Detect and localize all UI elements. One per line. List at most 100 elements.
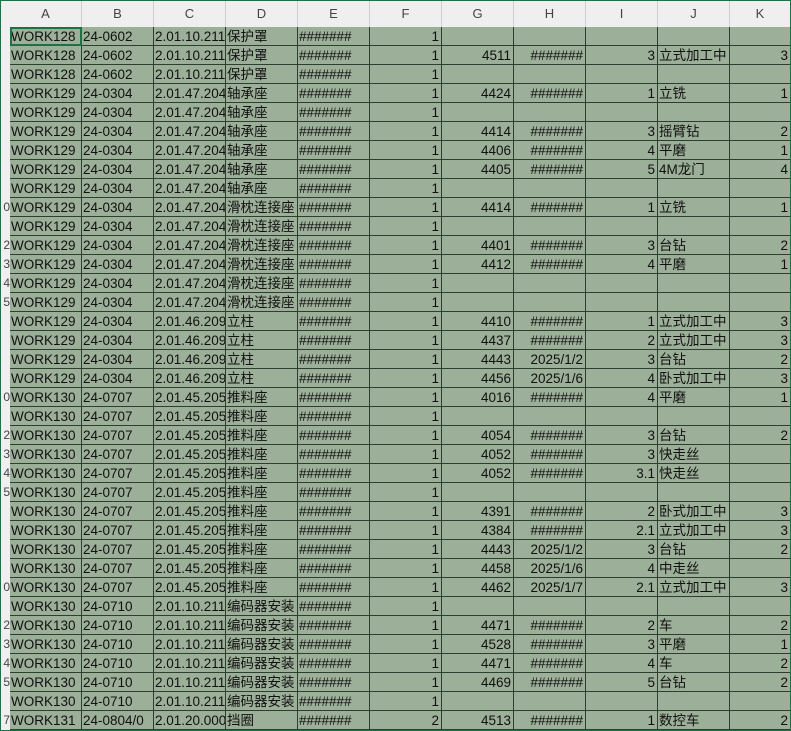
cell-f[interactable]: 1 <box>370 540 442 559</box>
cell-i[interactable] <box>586 293 658 312</box>
cell-k[interactable] <box>730 293 791 312</box>
cell-f[interactable]: 1 <box>370 103 442 122</box>
cell-j[interactable]: 立铣 <box>658 198 730 217</box>
cell-c[interactable]: 2.01.45.205 <box>154 464 226 483</box>
cell-f[interactable]: 1 <box>370 578 442 597</box>
column-header-d[interactable]: D <box>226 0 298 27</box>
cell-g[interactable]: 4471 <box>442 616 514 635</box>
cell-i[interactable]: 1 <box>586 711 658 730</box>
cell-h[interactable]: 2025/1/6 <box>514 559 586 578</box>
cell-b[interactable]: 24-0707 <box>82 388 154 407</box>
cell-d[interactable]: 推料座 <box>226 388 298 407</box>
cell-c[interactable]: 2.01.47.204 <box>154 160 226 179</box>
cell-a[interactable]: WORK129 <box>10 369 82 388</box>
cell-e[interactable]: ####### <box>298 255 370 274</box>
cell-g[interactable]: 4016 <box>442 388 514 407</box>
cell-e[interactable]: ####### <box>298 179 370 198</box>
cell-f[interactable]: 1 <box>370 312 442 331</box>
cell-i[interactable]: 4 <box>586 141 658 160</box>
cell-b[interactable]: 24-0707 <box>82 445 154 464</box>
column-header-h[interactable]: H <box>514 0 586 27</box>
cell-k[interactable] <box>730 483 791 502</box>
cell-k[interactable] <box>730 217 791 236</box>
cell-f[interactable]: 1 <box>370 483 442 502</box>
cell-d[interactable]: 轴承座 <box>226 141 298 160</box>
cell-j[interactable]: 摇臂钻 <box>658 122 730 141</box>
cell-h[interactable]: ####### <box>514 312 586 331</box>
cell-d[interactable]: 编码器安装 <box>226 692 298 711</box>
cell-b[interactable]: 24-0304 <box>82 198 154 217</box>
cell-j[interactable] <box>658 27 730 46</box>
cell-j[interactable] <box>658 407 730 426</box>
cell-a[interactable]: WORK129 <box>10 198 82 217</box>
cell-i[interactable] <box>586 65 658 84</box>
cell-e[interactable]: ####### <box>298 27 370 46</box>
cell-j[interactable]: 车 <box>658 654 730 673</box>
cell-g[interactable]: 4412 <box>442 255 514 274</box>
cell-j[interactable]: 立式加工中 <box>658 521 730 540</box>
cell-k[interactable] <box>730 179 791 198</box>
cell-f[interactable]: 1 <box>370 274 442 293</box>
cell-a[interactable]: WORK130 <box>10 616 82 635</box>
cell-c[interactable]: 2.01.47.204 <box>154 122 226 141</box>
cell-a[interactable]: WORK129 <box>10 122 82 141</box>
cell-k[interactable]: 2 <box>730 236 791 255</box>
row-header[interactable]: 5 <box>0 673 10 692</box>
row-header[interactable]: 4 <box>0 464 10 483</box>
cell-b[interactable]: 24-0602 <box>82 27 154 46</box>
cell-g[interactable]: 4052 <box>442 445 514 464</box>
cell-a[interactable]: WORK131 <box>10 711 82 730</box>
row-header[interactable] <box>0 559 10 578</box>
cell-i[interactable] <box>586 274 658 293</box>
cell-h[interactable]: ####### <box>514 46 586 65</box>
cell-d[interactable]: 轴承座 <box>226 103 298 122</box>
cell-d[interactable]: 立柱 <box>226 369 298 388</box>
cell-b[interactable]: 24-0707 <box>82 521 154 540</box>
cell-d[interactable]: 编码器安装 <box>226 616 298 635</box>
column-header-g[interactable]: G <box>442 0 514 27</box>
cell-i[interactable] <box>586 217 658 236</box>
cell-a[interactable]: WORK129 <box>10 350 82 369</box>
cell-f[interactable]: 1 <box>370 46 442 65</box>
cell-k[interactable]: 1 <box>730 635 791 654</box>
cell-d[interactable]: 轴承座 <box>226 160 298 179</box>
cell-g[interactable]: 4410 <box>442 312 514 331</box>
cell-a[interactable]: WORK130 <box>10 407 82 426</box>
cell-c[interactable]: 2.01.10.211 <box>154 635 226 654</box>
column-header-b[interactable]: B <box>82 0 154 27</box>
cell-h[interactable] <box>514 293 586 312</box>
cell-j[interactable] <box>658 65 730 84</box>
cell-j[interactable]: 快走丝 <box>658 445 730 464</box>
row-header[interactable]: 2 <box>0 236 10 255</box>
cell-i[interactable]: 3 <box>586 122 658 141</box>
cell-a[interactable]: WORK130 <box>10 654 82 673</box>
cell-g[interactable] <box>442 103 514 122</box>
cell-g[interactable] <box>442 692 514 711</box>
cell-k[interactable] <box>730 559 791 578</box>
cell-a[interactable]: WORK130 <box>10 692 82 711</box>
cell-f[interactable]: 1 <box>370 293 442 312</box>
cell-h[interactable] <box>514 65 586 84</box>
cell-d[interactable]: 轴承座 <box>226 84 298 103</box>
cell-d[interactable]: 滑枕连接座 <box>226 217 298 236</box>
cell-h[interactable] <box>514 179 586 198</box>
cell-e[interactable]: ####### <box>298 388 370 407</box>
cell-j[interactable]: 卧式加工中 <box>658 369 730 388</box>
cell-e[interactable]: ####### <box>298 483 370 502</box>
cell-f[interactable]: 1 <box>370 597 442 616</box>
cell-a[interactable]: WORK129 <box>10 293 82 312</box>
cell-c[interactable]: 2.01.10.211 <box>154 692 226 711</box>
cell-i[interactable]: 2 <box>586 616 658 635</box>
cell-i[interactable]: 4 <box>586 654 658 673</box>
row-header[interactable] <box>0 160 10 179</box>
cell-d[interactable]: 滑枕连接座 <box>226 255 298 274</box>
cell-h[interactable]: 2025/1/7 <box>514 578 586 597</box>
cell-j[interactable]: 立式加工中 <box>658 578 730 597</box>
cell-e[interactable]: ####### <box>298 654 370 673</box>
cell-c[interactable]: 2.01.10.211 <box>154 673 226 692</box>
cell-c[interactable]: 2.01.10.211 <box>154 46 226 65</box>
cell-i[interactable]: 3 <box>586 46 658 65</box>
cell-i[interactable]: 4 <box>586 388 658 407</box>
cell-b[interactable]: 24-0707 <box>82 578 154 597</box>
cell-i[interactable]: 3 <box>586 540 658 559</box>
